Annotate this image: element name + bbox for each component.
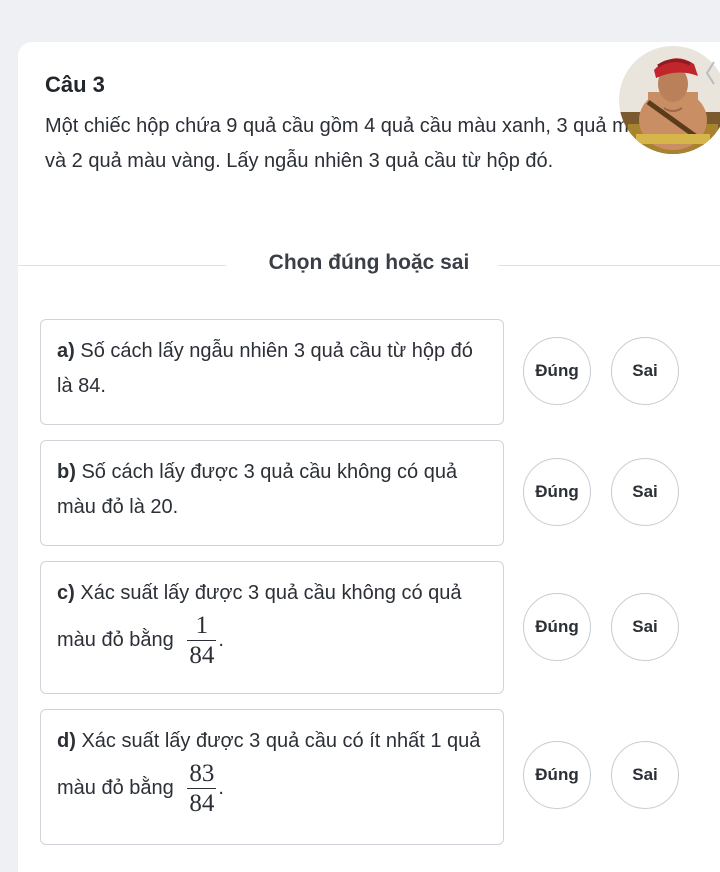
- question-card: Câu 3 Một chiếc hộp chứa 9 quả cầu gồm 4…: [18, 42, 720, 872]
- statement-a-text: Số cách lấy ngẫu nhiên 3 quả cầu từ hộp …: [57, 340, 473, 397]
- fraction-denominator: 84: [187, 640, 217, 669]
- statement-b-false-button[interactable]: Sai: [611, 458, 679, 526]
- statement-a: a) Số cách lấy ngẫu nhiên 3 quả cầu từ h…: [40, 319, 504, 425]
- collapse-chevron-icon[interactable]: [704, 60, 716, 86]
- fraction-numerator: 1: [195, 612, 209, 639]
- statement-c-false-button[interactable]: Sai: [611, 593, 679, 661]
- statement-c-label: c): [57, 582, 75, 604]
- statement-c-text: Xác suất lấy được 3 quả cầu không có quả…: [57, 582, 462, 651]
- statement-d: d) Xác suất lấy được 3 quả cầu có ít nhấ…: [40, 709, 504, 845]
- statement-b: b) Số cách lấy được 3 quả cầu không có q…: [40, 440, 504, 546]
- statement-d-fraction: 83 84: [187, 759, 217, 818]
- statement-b-true-button[interactable]: Đúng: [523, 458, 591, 526]
- question-title: Câu 3: [45, 72, 105, 97]
- statement-d-suffix: .: [218, 776, 224, 799]
- character-avatar-image: [619, 46, 720, 154]
- statement-d-false-button[interactable]: Sai: [611, 741, 679, 809]
- statement-b-text: Số cách lấy được 3 quả cầu không có quả …: [57, 461, 458, 518]
- statement-c: c) Xác suất lấy được 3 quả cầu không có …: [40, 561, 504, 694]
- question-text: Một chiếc hộp chứa 9 quả cầu gồm 4 quả c…: [45, 115, 679, 172]
- statement-c-fraction: 1 84: [187, 611, 217, 670]
- statement-c-suffix: .: [218, 628, 224, 651]
- statement-a-true-button[interactable]: Đúng: [523, 337, 591, 405]
- fraction-numerator: 83: [189, 760, 215, 787]
- section-label: Chọn đúng hoặc sai: [268, 251, 470, 274]
- statement-d-label: d): [57, 730, 76, 752]
- section-divider: Chọn đúng hoặc sai: [18, 250, 720, 280]
- statement-a-false-button[interactable]: Sai: [611, 337, 679, 405]
- statement-d-true-button[interactable]: Đúng: [523, 741, 591, 809]
- statement-d-text: Xác suất lấy được 3 quả cầu có ít nhất 1…: [57, 730, 481, 799]
- divider-line-right: [498, 265, 720, 266]
- fraction-denominator: 84: [187, 788, 217, 817]
- statement-a-label: a): [57, 340, 75, 362]
- statement-c-true-button[interactable]: Đúng: [523, 593, 591, 661]
- statement-b-label: b): [57, 461, 76, 483]
